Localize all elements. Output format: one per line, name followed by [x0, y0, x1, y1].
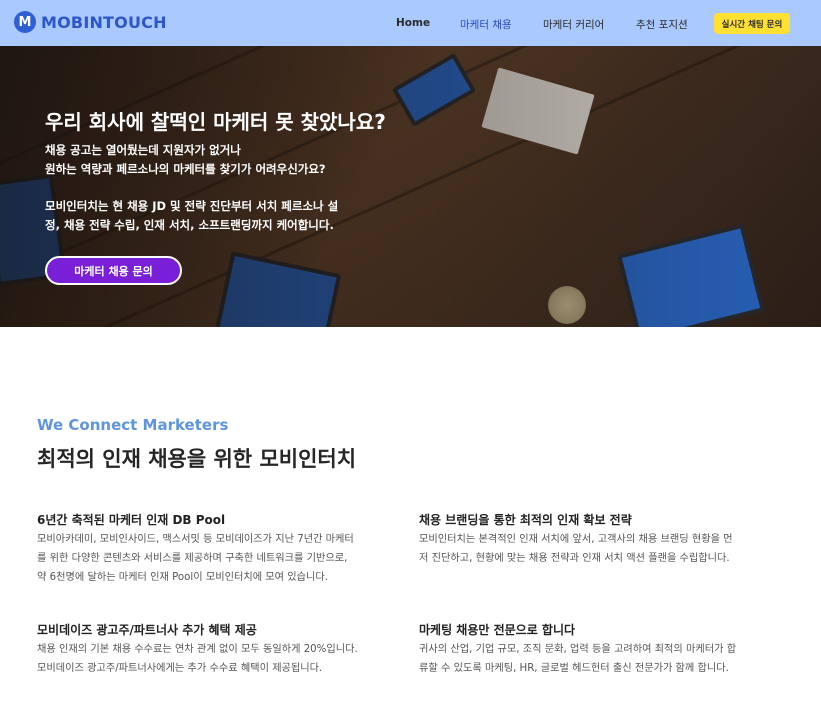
feature-description-line: 를 위한 다양한 콘텐츠와 서비스를 제공하며 구축한 네트워크를 기반으로, [37, 553, 348, 564]
section-headline: 최적의 인재 채용을 위한 모비인터치 [37, 447, 357, 471]
feature-description-line: 약 6천명에 달하는 마케터 인재 Pool이 모비인터치에 모여 있습니다. [37, 572, 329, 583]
logo-mark-icon: M [14, 11, 36, 33]
feature-title: 6년간 축적된 마케터 인재 DB Pool [37, 513, 226, 527]
live-chat-button[interactable]: 실시간 채팅 문의 [714, 13, 790, 34]
nav-link-marketer-career[interactable]: 마케터 커리어 [543, 17, 604, 32]
hero-title: 우리 회사에 찰떡인 마케터 못 찾았나요? [45, 110, 386, 134]
feature-description: 모비아카데미, 모비인사이드, 맥스서밋 등 모비데이즈가 지난 7년간 마케터… [37, 530, 407, 587]
marketer-hiring-inquiry-button[interactable]: 마케터 채용 문의 [45, 256, 182, 285]
top-navigation-bar: M MOBINTOUCH Home 마케터 채용 마케터 커리어 추천 포지션 … [0, 0, 821, 46]
hero-description-line: 정, 채용 전략 수립, 인재 서치, 소프트랜딩까지 케어합니다. [45, 218, 334, 232]
feature-description-line: 류할 수 있도록 마케팅, HR, 글로벌 헤드헌터 출신 전문가가 함께 합니… [419, 663, 729, 674]
feature-description-line: 모비아카데미, 모비인사이드, 맥스서밋 등 모비데이즈가 지난 7년간 마케터 [37, 534, 354, 545]
nav-link-recommended-positions[interactable]: 추천 포지션 [636, 17, 688, 32]
feature-description-line: 채용 인재의 기본 채용 수수료는 연차 관계 없이 모두 동일하게 20%입니… [37, 644, 358, 655]
nav-link-home[interactable]: Home [396, 17, 430, 29]
feature-title: 모비데이즈 광고주/파트너사 추가 혜택 제공 [37, 623, 257, 637]
feature-description-line: 모비인터치는 본격적인 인재 서치에 앞서, 고객사의 채용 브랜딩 현황을 먼 [419, 534, 733, 545]
feature-description-line: 저 진단하고, 현황에 맞는 채용 전략과 인재 서치 액션 플랜을 수립합니다… [419, 553, 730, 564]
hero-subtitle-line: 채용 공고는 열어뒀는데 지원자가 없거나 [45, 143, 241, 157]
feature-description-line: 모비데이즈 광고주/파트너사에게는 추가 수수료 혜택이 제공됩니다. [37, 663, 323, 674]
feature-description-line: 귀사의 산업, 기업 규모, 조직 문화, 업력 등을 고려하여 최적의 마케터… [419, 644, 737, 655]
feature-title: 마케팅 채용만 전문으로 합니다 [419, 623, 576, 637]
section-kicker: We Connect Marketers [37, 416, 229, 434]
feature-description: 모비인터치는 본격적인 인재 서치에 앞서, 고객사의 채용 브랜딩 현황을 먼… [419, 530, 799, 568]
nav-link-marketer-hiring[interactable]: 마케터 채용 [460, 17, 512, 32]
feature-description: 귀사의 산업, 기업 규모, 조직 문화, 업력 등을 고려하여 최적의 마케터… [419, 640, 799, 678]
hero-subtitle-line: 원하는 역량과 페르소나의 마케터를 찾기가 어려우신가요? [45, 162, 326, 176]
hero-description-line: 모비인터치는 현 채용 JD 및 전략 진단부터 서치 페르소나 설 [45, 199, 339, 213]
logo[interactable]: M MOBINTOUCH [14, 11, 167, 33]
feature-description: 채용 인재의 기본 채용 수수료는 연차 관계 없이 모두 동일하게 20%입니… [37, 640, 407, 678]
logo-text: MOBINTOUCH [41, 12, 167, 32]
feature-title: 채용 브랜딩을 통한 최적의 인재 확보 전략 [419, 513, 632, 527]
